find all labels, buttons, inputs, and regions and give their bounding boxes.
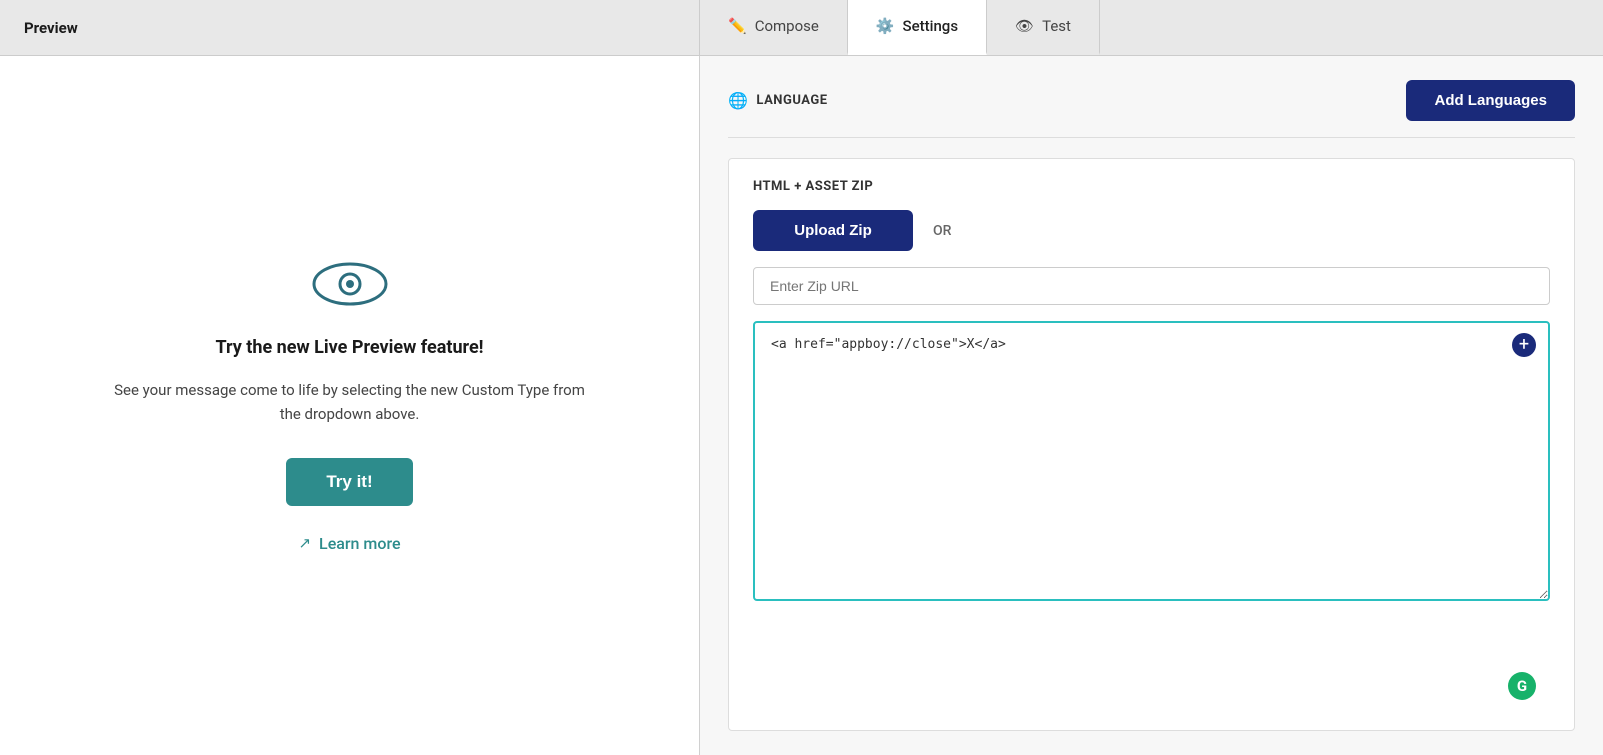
- preview-panel: Try the new Live Preview feature! See yo…: [0, 56, 700, 755]
- language-row: 🌐 LANGUAGE Add Languages: [728, 80, 1575, 138]
- asset-section-title: HTML + ASSET ZIP: [753, 179, 1550, 194]
- top-bar: Preview ✏️ Compose ⚙️ Settings 👁 Test: [0, 0, 1603, 56]
- preview-headline: Try the new Live Preview feature!: [215, 337, 483, 358]
- tabs-area: ✏️ Compose ⚙️ Settings 👁 Test: [700, 0, 1603, 55]
- tab-compose-label: Compose: [755, 17, 819, 35]
- or-label: OR: [933, 223, 951, 239]
- tab-settings[interactable]: ⚙️ Settings: [848, 0, 987, 55]
- language-label-text: LANGUAGE: [756, 93, 827, 108]
- tab-test-label: Test: [1042, 17, 1071, 35]
- external-link-icon: ↗︎: [298, 534, 311, 552]
- settings-icon: ⚙️: [876, 17, 895, 35]
- eye-icon: [310, 259, 390, 313]
- preview-title: Preview: [0, 0, 700, 55]
- preview-description: See your message come to life by selecti…: [110, 378, 590, 426]
- tab-settings-label: Settings: [903, 17, 959, 35]
- globe-icon: 🌐: [728, 91, 748, 110]
- code-editor-wrapper: <a href="appboy://close">X</a> + G: [753, 321, 1550, 710]
- upload-row: Upload Zip OR: [753, 210, 1550, 251]
- main-content: Try the new Live Preview feature! See yo…: [0, 56, 1603, 755]
- add-code-icon[interactable]: +: [1512, 333, 1536, 357]
- preview-label: Preview: [24, 19, 78, 37]
- upload-zip-button[interactable]: Upload Zip: [753, 210, 913, 251]
- tab-test[interactable]: 👁 Test: [987, 0, 1100, 55]
- asset-section: HTML + ASSET ZIP Upload Zip OR <a href="…: [728, 158, 1575, 731]
- compose-icon: ✏️: [728, 17, 747, 35]
- learn-more-label: Learn more: [319, 534, 400, 553]
- add-languages-button[interactable]: Add Languages: [1406, 80, 1575, 121]
- tab-compose[interactable]: ✏️ Compose: [700, 0, 848, 55]
- code-content: <a href="appboy://close">X</a>: [771, 337, 1006, 352]
- settings-panel: 🌐 LANGUAGE Add Languages HTML + ASSET ZI…: [700, 56, 1603, 755]
- grammarly-icon[interactable]: G: [1508, 672, 1536, 700]
- code-editor[interactable]: <a href="appboy://close">X</a>: [753, 321, 1550, 601]
- language-label-container: 🌐 LANGUAGE: [728, 91, 828, 110]
- learn-more-link[interactable]: ↗︎ Learn more: [298, 534, 400, 553]
- zip-url-input[interactable]: [753, 267, 1550, 305]
- test-icon: 👁: [1015, 17, 1034, 35]
- try-it-button[interactable]: Try it!: [286, 458, 412, 506]
